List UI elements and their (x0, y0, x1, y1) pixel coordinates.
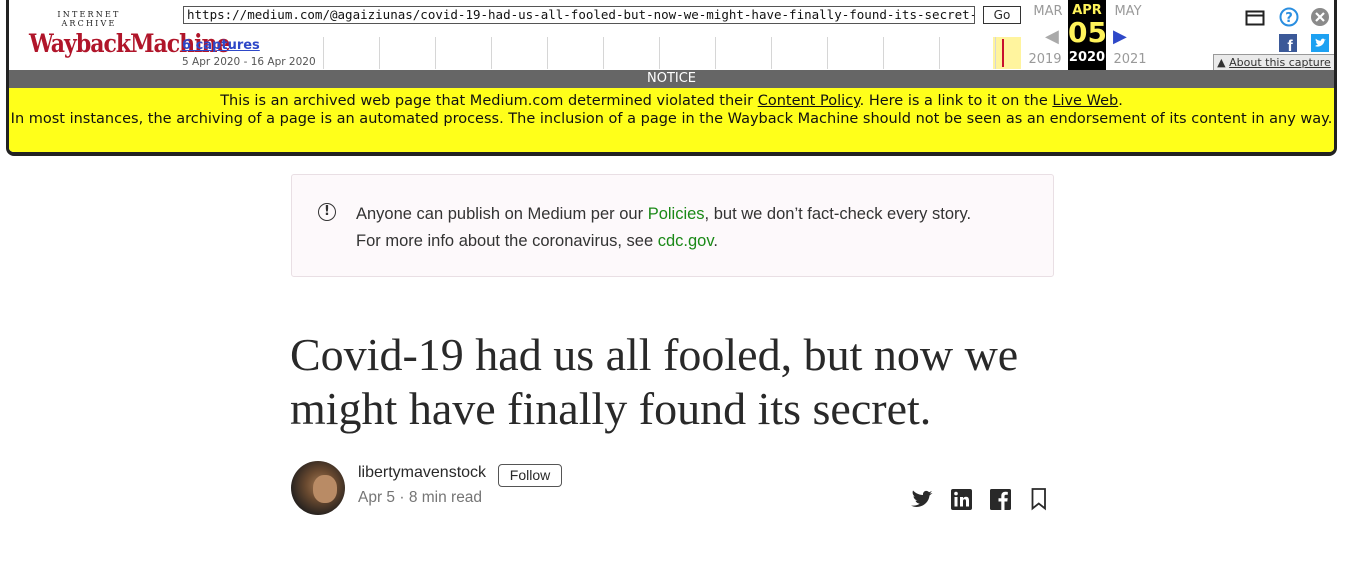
notice-text: . (1118, 93, 1123, 109)
banner-line-1: Anyone can publish on Medium per our Pol… (356, 201, 971, 228)
sparkline-highlight (993, 37, 1021, 69)
notice-line-1: This is an archived web page that Medium… (9, 92, 1334, 110)
prev-capture-arrow-icon[interactable]: ◀ (1045, 26, 1059, 47)
sparkline-capture-mark (1002, 39, 1004, 67)
next-month[interactable]: MAY (1108, 4, 1148, 19)
facebook-icon[interactable]: f (1279, 34, 1297, 52)
go-button[interactable]: Go (983, 6, 1021, 24)
notice-line-2: In most instances, the archiving of a pa… (10, 111, 1333, 127)
wayback-logo[interactable]: INTERNET ARCHIVE WaybackMachine (29, 10, 230, 59)
content-policy-link[interactable]: Content Policy (758, 93, 860, 109)
sparkline-tick (715, 37, 716, 69)
about-capture-link[interactable]: ▲ About this capture (1213, 54, 1334, 71)
cdc-link[interactable]: cdc.gov (658, 232, 714, 250)
banner-line-2: For more info about the coronavirus, see… (356, 228, 971, 255)
article-meta: Apr 5 · 8 min read (358, 489, 483, 506)
prev-year[interactable]: 2019 (1025, 52, 1065, 67)
sparkline-tick (771, 37, 772, 69)
capture-sparkline[interactable] (319, 37, 1029, 69)
twitter-share-icon[interactable] (909, 486, 935, 512)
close-icon[interactable] (1310, 7, 1330, 27)
twitter-icon[interactable] (1311, 34, 1329, 52)
sparkline-tick (379, 37, 380, 69)
sparkline-tick (435, 37, 436, 69)
live-web-link[interactable]: Live Web (1052, 93, 1118, 109)
window-icon[interactable] (1245, 9, 1265, 27)
logo-bottom-text: WaybackMachine (29, 29, 230, 59)
captures-link[interactable]: 6 captures (182, 38, 260, 53)
notice-text: . Here is a link to it on the (859, 93, 1053, 109)
next-capture-arrow-icon[interactable]: ▶ (1113, 26, 1127, 47)
banner-text: Anyone can publish on Medium per our Pol… (356, 201, 971, 255)
notice-text: This is an archived web page that Medium… (220, 93, 758, 109)
linkedin-share-icon[interactable] (949, 486, 975, 512)
banner-text-part: Anyone can publish on Medium per our (356, 205, 648, 223)
sparkline-tick (491, 37, 492, 69)
sparkline-tick (603, 37, 604, 69)
article-title: Covid-19 had us all fooled, but now we m… (290, 329, 1019, 434)
notice-message: This is an archived web page that Medium… (9, 88, 1334, 152)
notice-heading: NOTICE (9, 70, 1334, 88)
sparkline-tick (659, 37, 660, 69)
banner-text-part: , but we don’t fact-check every story. (704, 205, 972, 223)
sparkline-tick (939, 37, 940, 69)
sparkline-tick (323, 37, 324, 69)
svg-text:?: ? (1285, 11, 1293, 26)
current-capture-date: APR 05 2020 (1068, 0, 1107, 70)
facebook-share-icon[interactable] (988, 486, 1014, 512)
author-name[interactable]: libertymavenstock (358, 464, 486, 482)
current-year: 2020 (1068, 50, 1106, 65)
help-icon[interactable]: ? (1279, 7, 1299, 27)
sparkline-tick (547, 37, 548, 69)
info-icon: ! (318, 203, 336, 221)
banner-text-part: . (713, 232, 718, 250)
follow-button[interactable]: Follow (498, 464, 562, 487)
logo-top-text: INTERNET ARCHIVE (57, 10, 121, 28)
svg-text:f: f (1287, 38, 1293, 52)
capture-range: 5 Apr 2020 - 16 Apr 2020 (182, 56, 316, 68)
avatar-face (313, 475, 337, 503)
current-day: 05 (1068, 16, 1107, 49)
policies-link[interactable]: Policies (648, 205, 705, 223)
bookmark-icon[interactable] (1027, 486, 1053, 512)
sparkline-tick (827, 37, 828, 69)
wayback-url-input[interactable]: https://medium.com/@agaiziunas/covid-19-… (183, 6, 975, 24)
sparkline-tick (995, 37, 996, 69)
sparkline-tick (883, 37, 884, 69)
prev-month[interactable]: MAR (1031, 4, 1065, 19)
avatar[interactable] (291, 461, 345, 515)
banner-text-part: For more info about the coronavirus, see (356, 232, 658, 250)
wayback-toolbar: INTERNET ARCHIVE WaybackMachine https://… (6, 0, 1337, 156)
about-capture-label: About this capture (1229, 56, 1331, 69)
next-year[interactable]: 2021 (1110, 52, 1150, 67)
fact-check-banner: ! Anyone can publish on Medium per our P… (291, 174, 1054, 277)
